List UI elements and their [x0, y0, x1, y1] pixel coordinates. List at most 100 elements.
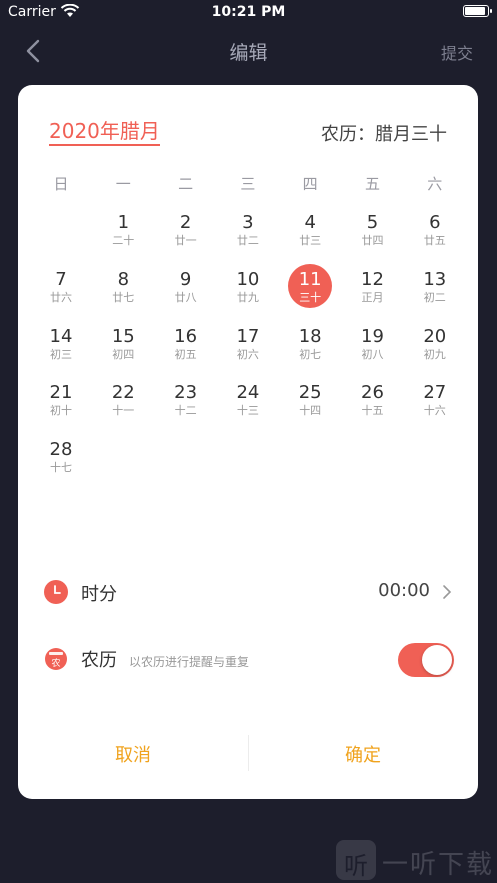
day-lunar-label: 初六 [236, 347, 259, 361]
day-number: 18 [298, 325, 322, 347]
status-time: 10:21 PM [211, 4, 286, 20]
day-number: 3 [242, 212, 254, 233]
day-lunar-label: 廿四 [361, 234, 384, 247]
calendar-day[interactable]: 10 廿九 [217, 266, 279, 318]
day-number: 28 [49, 439, 73, 461]
calendar-day[interactable]: 20 初九 [404, 323, 466, 375]
calendar-day[interactable]: 7 廿六 [30, 266, 92, 318]
day-lunar-label: 十四 [299, 404, 322, 418]
day-lunar-label: 十七 [50, 461, 72, 475]
weekday-label: 五 [364, 175, 380, 193]
weekday-label: 三 [240, 175, 256, 193]
calendar-day[interactable]: 17 初六 [217, 323, 279, 375]
day-number: 5 [366, 212, 379, 233]
calendar-day[interactable]: 8 廿七 [92, 266, 154, 318]
calendar-day[interactable]: 2 廿一 [155, 209, 217, 261]
day-number: 7 [55, 268, 67, 290]
weekday-label: 六 [427, 175, 443, 193]
calendar-day[interactable]: 22 十一 [92, 379, 154, 431]
status-bar: Carrier 10:21 PM [0, 0, 497, 26]
day-number: 27 [423, 382, 447, 404]
day-number: 17 [236, 325, 260, 347]
calendar-day[interactable]: 3 廿二 [217, 209, 279, 261]
day-number: 14 [49, 325, 73, 347]
day-number: 6 [429, 212, 441, 233]
day-lunar-label: 初四 [112, 347, 135, 361]
calendar-day[interactable]: 6 廿五 [404, 209, 466, 261]
day-number: 25 [298, 382, 322, 404]
calendar-day[interactable]: 5 廿四 [342, 209, 404, 261]
nav-bar: 编辑 提交 [0, 26, 497, 76]
calendar-day[interactable]: 21 初十 [30, 379, 92, 431]
button-divider [248, 735, 249, 771]
calendar-day[interactable]: 28 十七 [30, 436, 92, 488]
page-title: 编辑 [229, 42, 268, 64]
lunar-toggle[interactable] [398, 643, 454, 677]
day-number: 24 [236, 382, 260, 404]
lunar-label: 农历 [81, 650, 117, 671]
confirm-button[interactable]: 确定 [288, 741, 438, 767]
time-label: 时分 [81, 584, 117, 605]
day-lunar-label: 初九 [423, 347, 446, 361]
day-number: 23 [174, 382, 198, 404]
day-lunar-label: 二十 [112, 234, 135, 247]
day-number: 13 [423, 268, 447, 290]
day-lunar-label: 廿二 [236, 234, 259, 247]
calendar-day[interactable]: 19 初八 [342, 323, 404, 375]
day-number: 20 [423, 325, 447, 347]
lunar-calendar-icon: 农 [45, 648, 67, 670]
lunar-date-label: 农历：腊月三十 [321, 124, 447, 145]
cancel-button[interactable]: 取消 [58, 741, 208, 767]
calendar-day[interactable]: 25 十四 [279, 379, 341, 431]
day-number: 9 [179, 268, 192, 290]
calendar-day[interactable]: 26 十五 [342, 379, 404, 431]
day-lunar-label: 十六 [423, 404, 446, 418]
month-title[interactable]: 2020年腊月 [49, 119, 160, 146]
day-lunar-label: 初七 [299, 347, 322, 361]
day-lunar-label: 初三 [50, 347, 72, 361]
calendar-day[interactable]: 4 廿三 [279, 209, 341, 261]
day-lunar-label: 正月 [361, 290, 384, 304]
weekday-header: 日一二三四五六 [30, 173, 466, 193]
calendar-day-selected[interactable]: 11 三十 [279, 263, 341, 318]
day-lunar-label: 初八 [361, 347, 384, 361]
day-lunar-label: 廿七 [112, 290, 135, 304]
calendar-day[interactable]: 1 二十 [92, 209, 154, 261]
weekday-label: 二 [178, 175, 194, 193]
calendar-day[interactable]: 27 十六 [404, 379, 466, 431]
day-lunar-label: 廿一 [174, 234, 197, 247]
day-number: 11 [298, 268, 322, 290]
watermark-text: 一听下载 [382, 850, 495, 880]
day-number: 21 [49, 382, 73, 404]
day-number: 26 [361, 382, 384, 404]
day-number: 16 [174, 325, 198, 347]
day-number: 4 [304, 212, 316, 233]
calendar-day[interactable]: 13 初二 [404, 266, 466, 318]
battery-icon [463, 5, 492, 17]
day-number: 8 [117, 268, 130, 290]
clock-icon [44, 580, 68, 604]
day-lunar-label: 十二 [174, 404, 197, 418]
day-lunar-label: 廿九 [236, 290, 259, 304]
day-lunar-label: 廿六 [50, 290, 72, 304]
calendar-day[interactable]: 9 廿八 [155, 266, 217, 318]
day-lunar-label: 初五 [174, 347, 197, 361]
weekday-label: 一 [115, 175, 131, 193]
calendar-day[interactable]: 16 初五 [155, 323, 217, 375]
calendar-day[interactable]: 14 初三 [30, 323, 92, 375]
time-row[interactable]: 时分 00:00 [44, 578, 454, 608]
calendar-day[interactable]: 18 初七 [279, 323, 341, 375]
day-lunar-label: 廿三 [299, 234, 322, 247]
calendar-day[interactable]: 15 初四 [92, 323, 154, 375]
day-lunar-label: 初二 [423, 290, 446, 304]
calendar-day[interactable]: 23 十二 [155, 379, 217, 431]
calendar-day[interactable]: 12 正月 [342, 266, 404, 318]
lunar-row: 农 农历 以农历进行提醒与重复 [44, 643, 454, 677]
day-lunar-label: 十三 [236, 404, 259, 418]
date-picker-card: 2020年腊月 农历：腊月三十 日一二三四五六 1 二十 2 廿一 3 廿二 4 廿三 5 廿四 6… [18, 85, 478, 799]
submit-button[interactable]: 提交 [441, 40, 473, 64]
calendar-day[interactable]: 24 十三 [217, 379, 279, 431]
toggle-knob[interactable] [422, 645, 452, 675]
day-lunar-label: 三十 [299, 290, 322, 304]
day-number: 19 [361, 325, 384, 347]
